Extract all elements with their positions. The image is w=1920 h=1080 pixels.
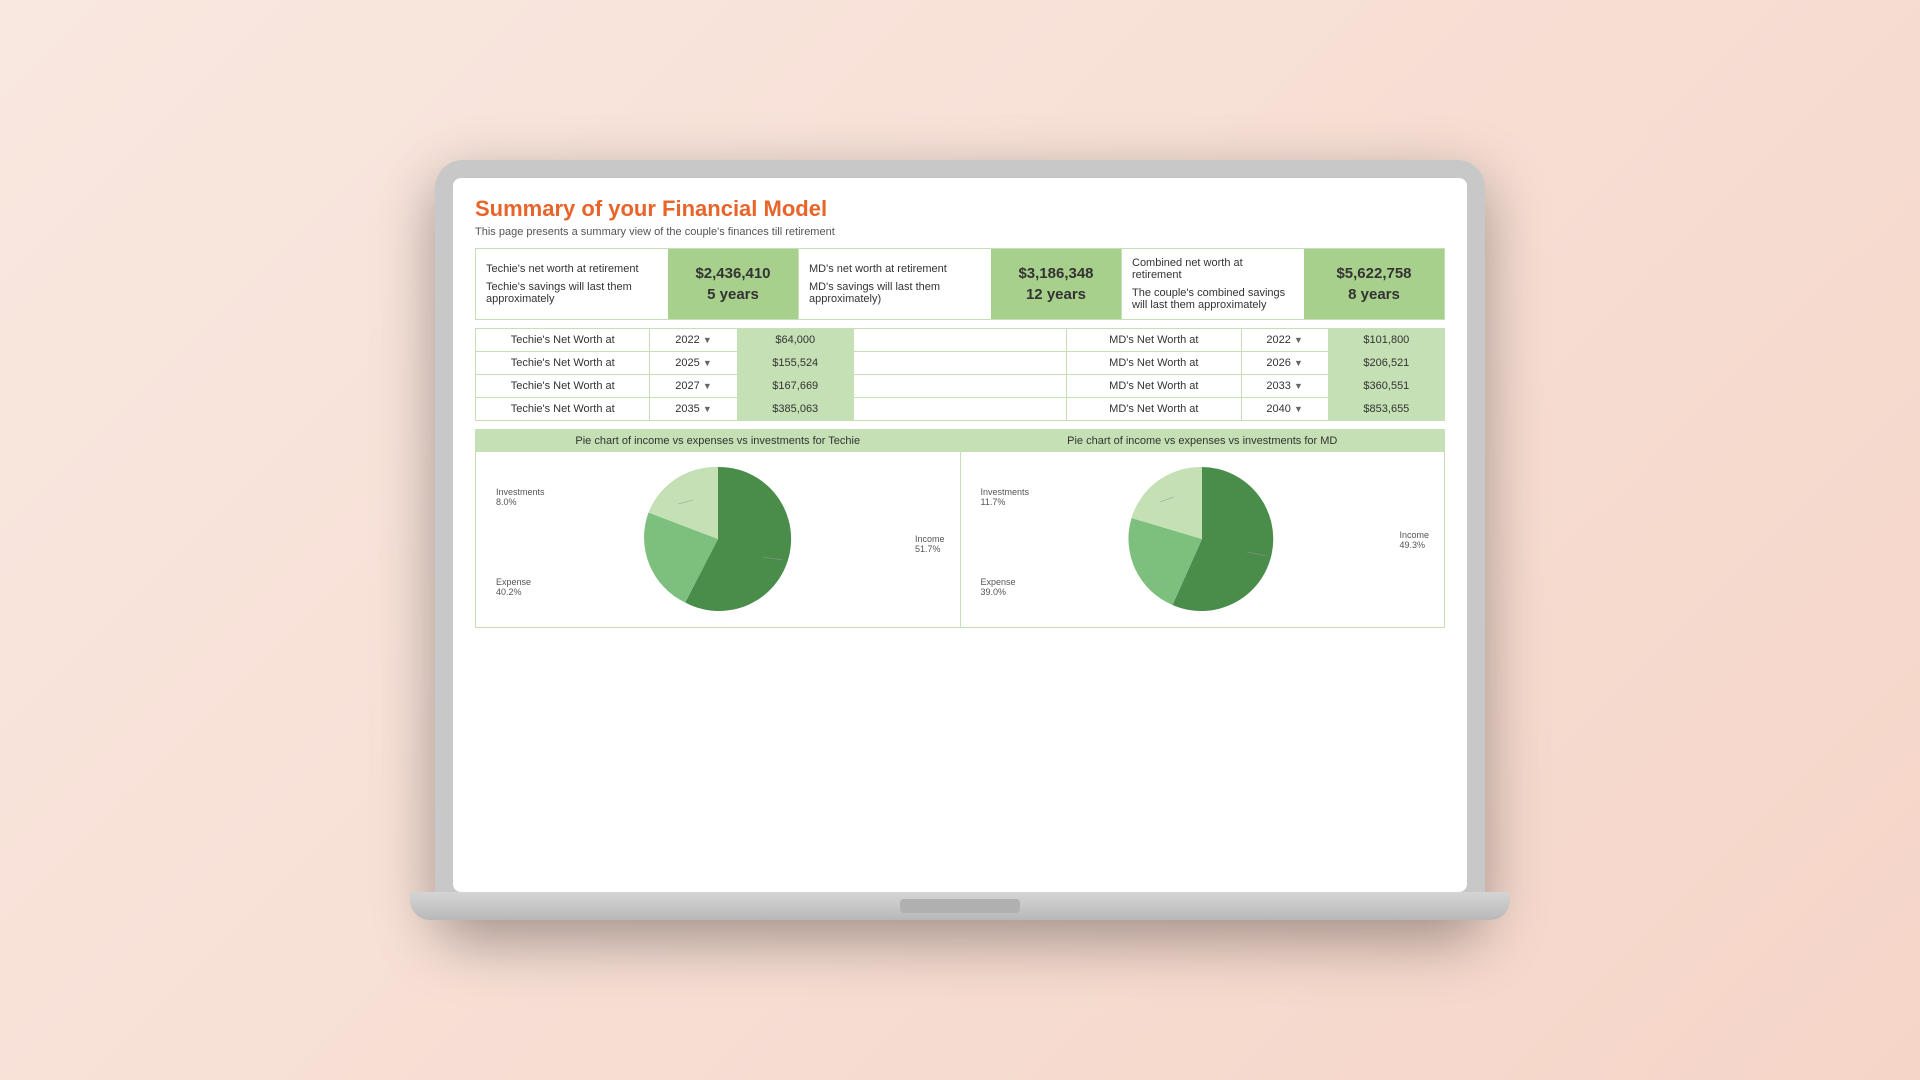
combined-net-worth-label: Combined net worth at retirement: [1132, 257, 1294, 281]
techie-savings-label: Techie's savings will last them approxim…: [486, 281, 658, 305]
md-row-label: MD's Net Worth at: [1067, 375, 1241, 398]
techie-row-label: Techie's Net Worth at: [476, 352, 650, 375]
md-income-name: Income: [1399, 530, 1429, 540]
techie-row-year[interactable]: 2022 ▼: [650, 329, 737, 352]
md-card-value: $3,186,348 12 years: [991, 249, 1121, 319]
combined-summary-card: Combined net worth at retirement The cou…: [1122, 249, 1444, 319]
combined-net-worth-value: $5,622,758: [1336, 265, 1411, 282]
techie-card-label: Techie's net worth at retirement Techie'…: [476, 249, 668, 319]
md-net-worth-label: MD's net worth at retirement: [809, 263, 981, 275]
md-net-worth-value: $3,186,348: [1018, 265, 1093, 282]
laptop-frame: Summary of your Financial Model This pag…: [435, 160, 1485, 920]
techie-income-label: Income 51.7%: [915, 534, 945, 554]
screen: Summary of your Financial Model This pag…: [453, 178, 1467, 892]
pie-charts-section: Pie chart of income vs expenses vs inves…: [475, 429, 1445, 628]
md-expense-label: Expense 39.0%: [981, 577, 1016, 597]
techie-row-value: $385,063: [737, 398, 853, 421]
techie-investments-label: Investments 8.0%: [496, 487, 545, 507]
md-expense-pct: 39.0%: [981, 587, 1016, 597]
md-pie-chart: Pie chart of income vs expenses vs inves…: [961, 429, 1446, 628]
md-row-label: MD's Net Worth at: [1067, 398, 1241, 421]
md-years-value: 12 years: [1026, 286, 1086, 303]
table-row: Techie's Net Worth at 2022 ▼ $64,000 MD'…: [476, 329, 1445, 352]
techie-row-value: $155,524: [737, 352, 853, 375]
page-subtitle: This page presents a summary view of the…: [475, 226, 1445, 238]
techie-income-name: Income: [915, 534, 945, 544]
techie-summary-card: Techie's net worth at retirement Techie'…: [476, 249, 799, 319]
table-divider: [853, 329, 1066, 352]
techie-row-label: Techie's Net Worth at: [476, 375, 650, 398]
md-row-value: $206,521: [1328, 352, 1444, 375]
techie-expense-name: Expense: [496, 577, 531, 587]
table-row: Techie's Net Worth at 2025 ▼ $155,524 MD…: [476, 352, 1445, 375]
md-row-year[interactable]: 2040 ▼: [1241, 398, 1328, 421]
net-worth-table: Techie's Net Worth at 2022 ▼ $64,000 MD'…: [475, 328, 1445, 421]
techie-years-value: 5 years: [707, 286, 759, 303]
techie-row-year[interactable]: 2035 ▼: [650, 398, 737, 421]
md-investments-pct: 11.7%: [981, 497, 1030, 507]
combined-savings-label: The couple's combined savings will last …: [1132, 287, 1294, 311]
combined-years-value: 8 years: [1348, 286, 1400, 303]
laptop-base: [410, 892, 1510, 920]
md-row-year[interactable]: 2022 ▼: [1241, 329, 1328, 352]
table-row: Techie's Net Worth at 2027 ▼ $167,669 MD…: [476, 375, 1445, 398]
techie-expense-label: Expense 40.2%: [496, 577, 531, 597]
md-income-pct: 49.3%: [1399, 540, 1429, 550]
summary-row: Techie's net worth at retirement Techie'…: [475, 248, 1445, 320]
techie-card-value: $2,436,410 5 years: [668, 249, 798, 319]
md-income-label: Income 49.3%: [1399, 530, 1429, 550]
md-row-year[interactable]: 2033 ▼: [1241, 375, 1328, 398]
md-row-year[interactable]: 2026 ▼: [1241, 352, 1328, 375]
md-investments-name: Investments: [981, 487, 1030, 497]
md-expense-name: Expense: [981, 577, 1016, 587]
md-row-value: $360,551: [1328, 375, 1444, 398]
md-savings-label: MD's savings will last them approximatel…: [809, 281, 981, 305]
techie-investments-name: Investments: [496, 487, 545, 497]
md-card-label: MD's net worth at retirement MD's saving…: [799, 249, 991, 319]
techie-investments-pct: 8.0%: [496, 497, 545, 507]
techie-pie-chart: Pie chart of income vs expenses vs inves…: [475, 429, 961, 628]
md-investments-label: Investments 11.7%: [981, 487, 1030, 507]
techie-pie-title: Pie chart of income vs expenses vs inves…: [476, 430, 960, 452]
techie-pie-svg: [638, 462, 798, 617]
techie-row-label: Techie's Net Worth at: [476, 329, 650, 352]
techie-net-worth-label: Techie's net worth at retirement: [486, 263, 658, 275]
techie-row-year[interactable]: 2025 ▼: [650, 352, 737, 375]
table-divider: [853, 352, 1066, 375]
md-row-value: $101,800: [1328, 329, 1444, 352]
table-divider: [853, 375, 1066, 398]
page-title: Summary of your Financial Model: [475, 196, 1445, 222]
techie-row-year[interactable]: 2027 ▼: [650, 375, 737, 398]
md-row-label: MD's Net Worth at: [1067, 329, 1241, 352]
md-pie-content: Investments 11.7% Expense 39.0%: [961, 452, 1445, 627]
md-pie-svg: [1122, 462, 1282, 617]
trackpad: [900, 899, 1020, 913]
techie-row-label: Techie's Net Worth at: [476, 398, 650, 421]
techie-row-value: $167,669: [737, 375, 853, 398]
techie-expense-pct: 40.2%: [496, 587, 531, 597]
table-divider: [853, 398, 1066, 421]
combined-card-value: $5,622,758 8 years: [1304, 249, 1444, 319]
combined-card-label: Combined net worth at retirement The cou…: [1122, 249, 1304, 319]
techie-row-value: $64,000: [737, 329, 853, 352]
content-area: Summary of your Financial Model This pag…: [453, 178, 1467, 646]
md-row-value: $853,655: [1328, 398, 1444, 421]
md-pie-title: Pie chart of income vs expenses vs inves…: [961, 430, 1445, 452]
md-row-label: MD's Net Worth at: [1067, 352, 1241, 375]
techie-pie-content: Investments 8.0% Expense 40.2%: [476, 452, 960, 627]
md-summary-card: MD's net worth at retirement MD's saving…: [799, 249, 1122, 319]
table-row: Techie's Net Worth at 2035 ▼ $385,063 MD…: [476, 398, 1445, 421]
techie-net-worth-value: $2,436,410: [695, 265, 770, 282]
techie-income-pct: 51.7%: [915, 544, 945, 554]
